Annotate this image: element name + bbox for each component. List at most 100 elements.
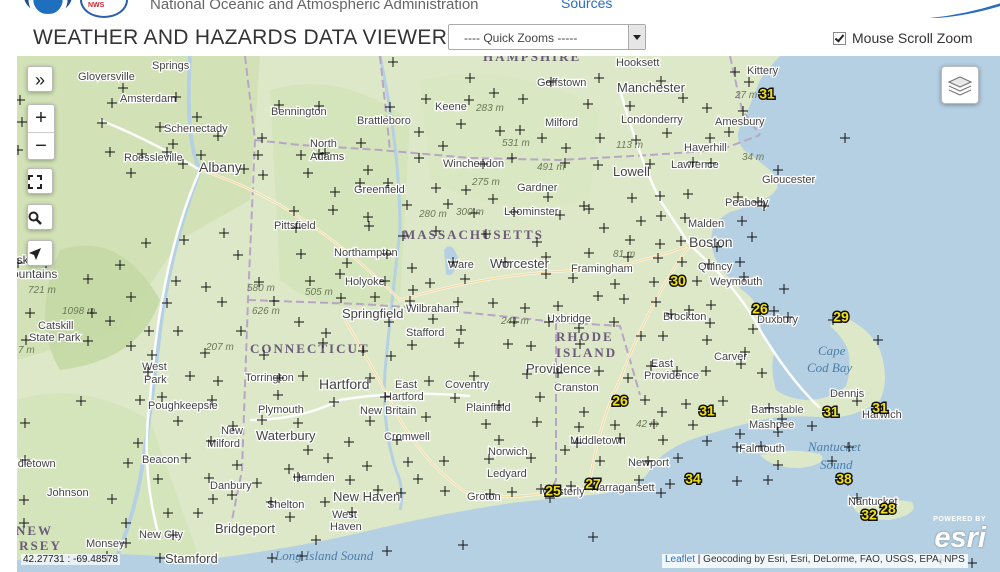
city-label: Keene (435, 101, 467, 113)
chevron-down-icon[interactable] (628, 25, 645, 49)
wind-value-marker[interactable]: 31 (698, 401, 717, 420)
wind-value-marker[interactable]: 31 (822, 402, 841, 421)
city-label: Lawrence (671, 159, 719, 171)
city-label: Amsterdam (120, 93, 176, 105)
city-label: Malden (688, 218, 724, 230)
city-label: Wilbraham (406, 303, 459, 315)
city-label: Cranston (554, 382, 599, 394)
city-label: Dennis (830, 388, 865, 400)
city-label: Worcester (490, 256, 550, 271)
city-label: Falmouth (739, 443, 785, 455)
wind-value-marker[interactable]: 28 (879, 499, 898, 518)
city-label: Londonderry (621, 114, 683, 126)
esri-logo[interactable]: POWERED BY esri (922, 516, 986, 554)
city-label: Hooksett (616, 57, 659, 69)
agency-banner: NWS National Oceanic and Atmospheric Adm… (0, 0, 1000, 18)
mouse-scroll-zoom-label: Mouse Scroll Zoom (852, 30, 973, 46)
banner-swoosh-decoration (930, 3, 1000, 18)
map-attribution: Leaflet | Geocoding by Esri, Esri, DeLor… (662, 554, 968, 568)
wind-value-marker[interactable]: 26 (611, 391, 630, 410)
city-label: Mashpee (749, 419, 794, 431)
city-label: Shelton (267, 499, 304, 511)
city-label: Springfield (342, 306, 403, 321)
location-arrow-icon (29, 248, 41, 260)
city-label: East (651, 358, 673, 370)
city-label: New Britain (360, 405, 416, 417)
wind-value-marker[interactable]: 32 (860, 505, 879, 524)
elevation-label: 626 m (252, 306, 280, 317)
elevation-label: 113 m (616, 140, 643, 151)
city-label: Peabody (725, 197, 769, 209)
city-label: Ledyard (487, 468, 527, 480)
city-label: Norwich (488, 446, 528, 458)
wind-value-marker[interactable]: 38 (835, 469, 854, 488)
city-label: ountains (17, 267, 57, 281)
elevation-label: 7 m (18, 345, 35, 356)
agency-name: National Oceanic and Atmospheric Adminis… (150, 0, 479, 13)
noaa-logo[interactable] (24, 0, 72, 14)
city-label: Haven (330, 521, 362, 533)
quick-zoom-value: ---- Quick Zooms ----- (464, 31, 578, 45)
city-label: New Haven (333, 489, 400, 504)
water-label: Long Island Sound (274, 548, 374, 563)
city-label: Lowell (613, 164, 650, 179)
elevation-label: 207 m (205, 342, 234, 353)
fullscreen-button[interactable] (27, 168, 53, 194)
elevation-label: 505 m (305, 287, 333, 298)
sources-link[interactable]: Sources (561, 0, 612, 11)
map-basemap: HAMPSHIRE MASSACHUSETTS RHODEISLAND CONNECT… (17, 56, 1000, 572)
city-label: Monsey (86, 538, 125, 550)
esri-name: esri (934, 522, 986, 554)
city-label: State Park (29, 332, 81, 344)
leaflet-link[interactable]: Leaflet (665, 554, 695, 565)
city-label: Hamden (293, 472, 335, 484)
elevation-label: 491 m (537, 162, 565, 173)
locate-button[interactable] (27, 240, 53, 266)
wind-value-marker[interactable]: 34 (684, 469, 703, 488)
wind-value-marker[interactable]: 26 (751, 299, 770, 318)
city-label: Brockton (663, 311, 706, 323)
state-label: ISLAND (556, 345, 617, 360)
wind-value-marker[interactable]: 30 (669, 271, 688, 290)
city-label: Barnstable (751, 404, 804, 416)
city-label: Boston (689, 234, 733, 250)
quick-zoom-select[interactable]: ---- Quick Zooms ----- (448, 24, 646, 50)
city-label: Catskill (38, 320, 73, 332)
zoom-in-button[interactable]: + (28, 105, 54, 133)
city-label: Poughkeepsie (148, 400, 218, 412)
city-label: Plymouth (258, 404, 304, 416)
city-label: Torrington (245, 372, 294, 384)
water-label: Cod Bay (807, 360, 852, 375)
city-label: Northampton (334, 247, 398, 259)
city-label: Gloucester (762, 174, 816, 186)
nws-logo[interactable]: NWS (80, 0, 128, 18)
elevation-label: 531 m (502, 138, 530, 149)
city-label: Springs (152, 60, 190, 72)
wind-value-marker[interactable]: 27 (584, 474, 603, 493)
water-label: Cape (818, 343, 846, 358)
map-viewport[interactable]: HAMPSHIRE MASSACHUSETTS RHODE ISLAND CONNECT… (17, 56, 1000, 572)
city-label: Gloversville (78, 71, 135, 83)
zoom-out-button[interactable]: − (28, 133, 54, 160)
city-label: Holyoke (345, 276, 385, 288)
elevation-label: 1098 m (62, 306, 95, 317)
city-label: Gardner (517, 182, 558, 194)
sidebar-expand-button[interactable]: » (27, 66, 53, 92)
city-label: Middletown (570, 435, 626, 447)
city-label: Johnson (47, 487, 89, 499)
city-label: Stafford (406, 327, 444, 339)
elevation-label: 27 m (734, 90, 757, 101)
state-label: CONNECTICUT (250, 341, 370, 356)
wind-value-marker[interactable]: 31 (758, 84, 777, 103)
wind-value-marker[interactable]: 31 (871, 398, 890, 417)
elevation-label: 580 m (247, 283, 275, 294)
wind-value-marker[interactable]: 29 (832, 307, 851, 326)
search-button[interactable] (27, 204, 53, 230)
layers-button[interactable] (941, 66, 979, 104)
checkbox-checked-icon[interactable] (833, 32, 846, 45)
city-label: Goffstown (537, 77, 586, 89)
wind-value-marker[interactable]: 25 (544, 481, 563, 500)
elevation-label: 721 m (28, 285, 56, 296)
city-label: Bridgeport (215, 521, 275, 536)
city-label: Beacon (142, 454, 179, 466)
